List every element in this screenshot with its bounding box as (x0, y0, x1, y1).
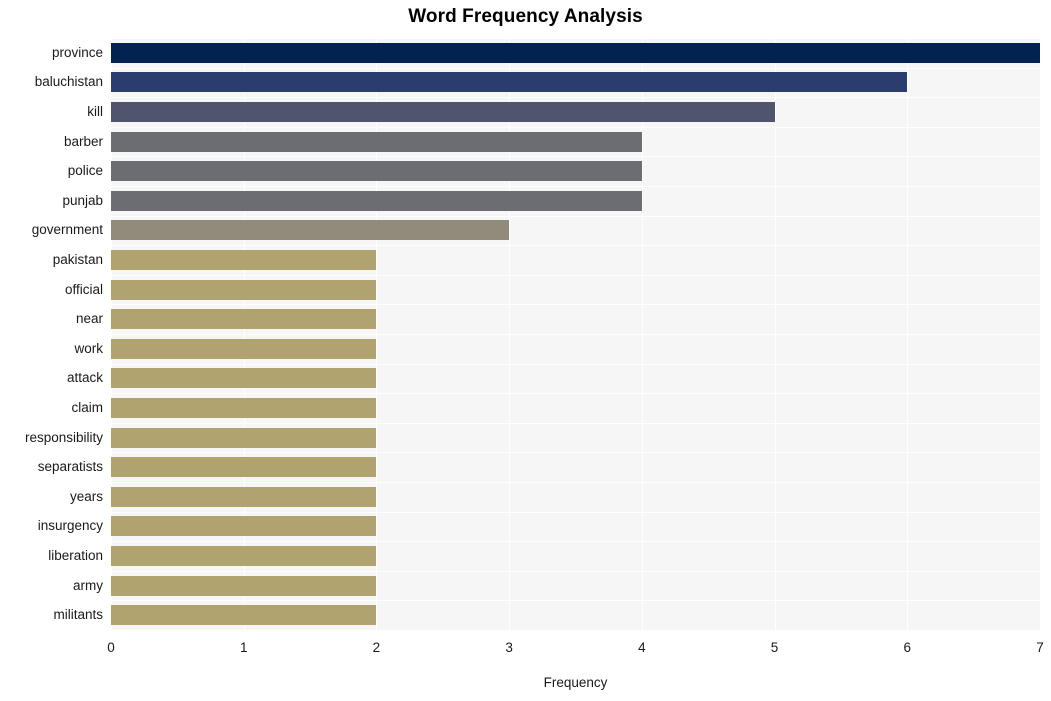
gridline-horizontal (111, 393, 1040, 395)
gridline-horizontal (111, 97, 1040, 99)
y-axis-tick-label: baluchistan (34, 74, 103, 90)
bar (111, 368, 377, 389)
chart-title: Word Frequency Analysis (408, 6, 643, 27)
gridline-horizontal (111, 215, 1040, 217)
y-axis-tick-label: police (67, 163, 103, 179)
gridline-horizontal (111, 363, 1040, 365)
bar (111, 220, 510, 241)
bar (111, 279, 377, 300)
gridline-vertical (641, 38, 643, 630)
bar (111, 516, 377, 537)
gridline-horizontal (111, 156, 1040, 158)
bar (111, 427, 377, 448)
y-axis-tick-label: years (69, 488, 103, 504)
bar (111, 42, 1040, 63)
y-axis-tick-label: government (31, 222, 103, 238)
gridline-horizontal (111, 570, 1040, 572)
gridline-vertical (111, 38, 112, 630)
y-axis-tick-label: punjab (62, 192, 103, 208)
bar (111, 486, 377, 507)
x-axis-tick-label: 4 (638, 640, 646, 655)
y-axis-tick-label: work (74, 340, 103, 356)
gridline-horizontal (111, 67, 1040, 69)
gridline-horizontal (111, 630, 1040, 631)
gridline-horizontal (111, 38, 1040, 39)
gridline-horizontal (111, 422, 1040, 424)
bar (111, 575, 377, 596)
bar (111, 605, 377, 626)
x-axis-tick-label: 1 (239, 640, 248, 655)
gridline-horizontal (111, 274, 1040, 276)
bar (111, 309, 377, 330)
gridline-horizontal (111, 511, 1040, 513)
y-axis-tick-label: barber (63, 133, 103, 149)
x-axis-tick-label: 5 (770, 640, 779, 655)
gridline-horizontal (111, 482, 1040, 483)
gridline-horizontal (111, 304, 1040, 306)
bar (111, 190, 642, 211)
bar (111, 250, 377, 270)
gridline-horizontal (111, 334, 1040, 335)
y-axis-tick-label: pakistan (52, 252, 103, 267)
y-axis-tick-label: province (51, 44, 103, 60)
y-axis-tick-label: militants (53, 607, 103, 623)
bar (111, 546, 377, 566)
gridline-horizontal (111, 186, 1040, 187)
gridline-vertical (509, 38, 511, 630)
bar (111, 102, 775, 122)
bar (111, 457, 377, 478)
x-axis-tick-label: 0 (107, 640, 115, 655)
gridline-vertical (907, 38, 909, 630)
gridline-vertical (1040, 38, 1041, 630)
y-axis-tick-label: insurgency (37, 518, 103, 534)
y-axis-tick-label: official (64, 281, 103, 297)
x-axis-tick-label: 2 (372, 640, 381, 655)
x-axis-tick-label: 7 (1036, 640, 1044, 655)
gridline-horizontal (111, 452, 1040, 454)
x-axis-title: Frequency (543, 675, 608, 690)
gridline-vertical (774, 38, 776, 630)
y-axis-tick-label: army (73, 577, 103, 593)
gridline-vertical (243, 38, 245, 630)
y-axis-tick-label: near (75, 311, 103, 327)
x-axis-tick-label: 3 (505, 640, 513, 655)
x-axis-tick-label: 6 (903, 640, 912, 655)
plot-area (111, 38, 1041, 631)
gridline-vertical (376, 38, 378, 630)
gridline-horizontal (111, 245, 1040, 247)
x-axis-ticks: 0 1 2 3 4 5 6 7 (107, 640, 1044, 664)
y-axis-tick-label: kill (87, 104, 103, 119)
gridline-horizontal (111, 541, 1040, 543)
chart-figure: Word Frequency Analysis province baluchis… (0, 0, 1051, 701)
bar (111, 72, 908, 93)
y-axis-tick-label: attack (66, 370, 103, 386)
bar (111, 161, 642, 182)
bar (111, 131, 642, 152)
gridline-horizontal (111, 126, 1040, 128)
y-axis-tick-label: liberation (48, 548, 103, 563)
y-axis-tick-label: separatists (37, 459, 103, 475)
y-axis-tick-label: responsibility (24, 429, 103, 445)
bar (111, 398, 377, 418)
bar (111, 338, 377, 359)
y-axis-labels: province baluchistan kill barber police punja… (0, 38, 103, 630)
gridline-horizontal (111, 600, 1040, 602)
y-axis-tick-label: claim (71, 400, 103, 415)
